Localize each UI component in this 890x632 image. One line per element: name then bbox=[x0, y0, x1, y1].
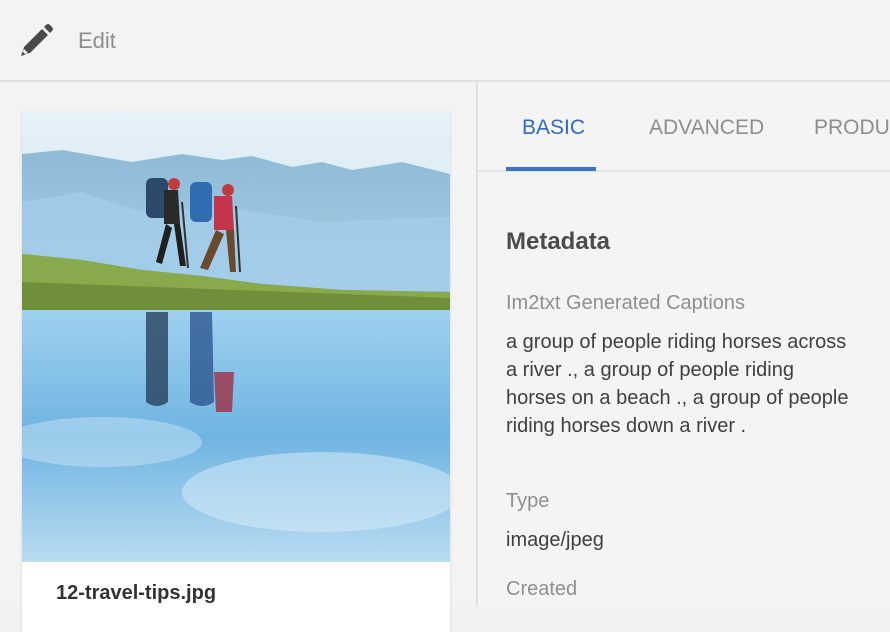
properties-tabs: BASIC ADVANCED PRODUC bbox=[478, 82, 890, 172]
metadata-section-title: Metadata bbox=[506, 228, 611, 255]
edit-button[interactable]: Edit bbox=[18, 22, 116, 60]
pencil-icon bbox=[18, 23, 54, 59]
active-tab-indicator bbox=[506, 167, 596, 171]
type-label: Type bbox=[506, 490, 550, 512]
edit-label: Edit bbox=[78, 28, 116, 53]
captions-value: a group of people riding horses across a… bbox=[506, 331, 849, 437]
tab-products[interactable]: PRODUC bbox=[814, 116, 890, 140]
asset-filename: 12-travel-tips.jpg bbox=[56, 582, 217, 604]
asset-preview-pane: 12-travel-tips.jpg bbox=[0, 82, 476, 632]
top-toolbar: Edit bbox=[0, 0, 890, 82]
type-value: image/jpeg bbox=[506, 529, 604, 551]
created-label: Created bbox=[506, 578, 578, 600]
asset-thumbnail bbox=[22, 112, 450, 562]
properties-pane: BASIC ADVANCED PRODUC Metadata Im2txt Ge… bbox=[478, 82, 890, 606]
asset-card[interactable]: 12-travel-tips.jpg bbox=[22, 112, 450, 632]
captions-label: Im2txt Generated Captions bbox=[506, 292, 746, 314]
tab-advanced[interactable]: ADVANCED bbox=[649, 116, 764, 140]
tab-basic[interactable]: BASIC bbox=[522, 116, 585, 140]
